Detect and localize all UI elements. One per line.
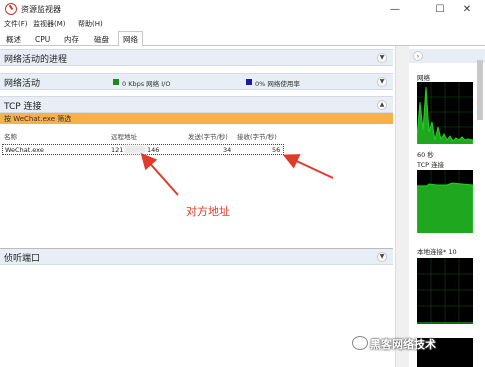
wechat-logo-icon [352,336,368,350]
scrollbar-thumb[interactable] [477,60,483,120]
watermark-text: 黑客网络技术 [370,338,436,351]
arrow-to-received [282,154,334,179]
tcp-graph-lines [416,170,474,233]
graph-local-connection-label: 本地连接* 10 [417,248,457,256]
graph-local-connection [417,258,473,324]
graph-tcp-label: TCP 连接 [417,161,445,169]
graph-duration-label: 60 秒 [417,151,434,159]
graph-panel: › 网络 60 秒 TCP 连接 本地连接* 10 [409,46,485,367]
network-graph-lines [416,82,474,144]
panel-splitter[interactable] [395,46,409,367]
graph-tcp-connections [416,170,474,233]
arrow-to-remote-address [140,153,179,196]
annotation-label: 对方地址 [186,205,230,218]
graph-panel-header: › [409,49,485,63]
graph-network-label: 网络 [417,74,430,82]
chevron-right-icon[interactable]: › [413,51,423,61]
local-graph-lines [417,258,473,324]
graph-network [416,82,474,144]
